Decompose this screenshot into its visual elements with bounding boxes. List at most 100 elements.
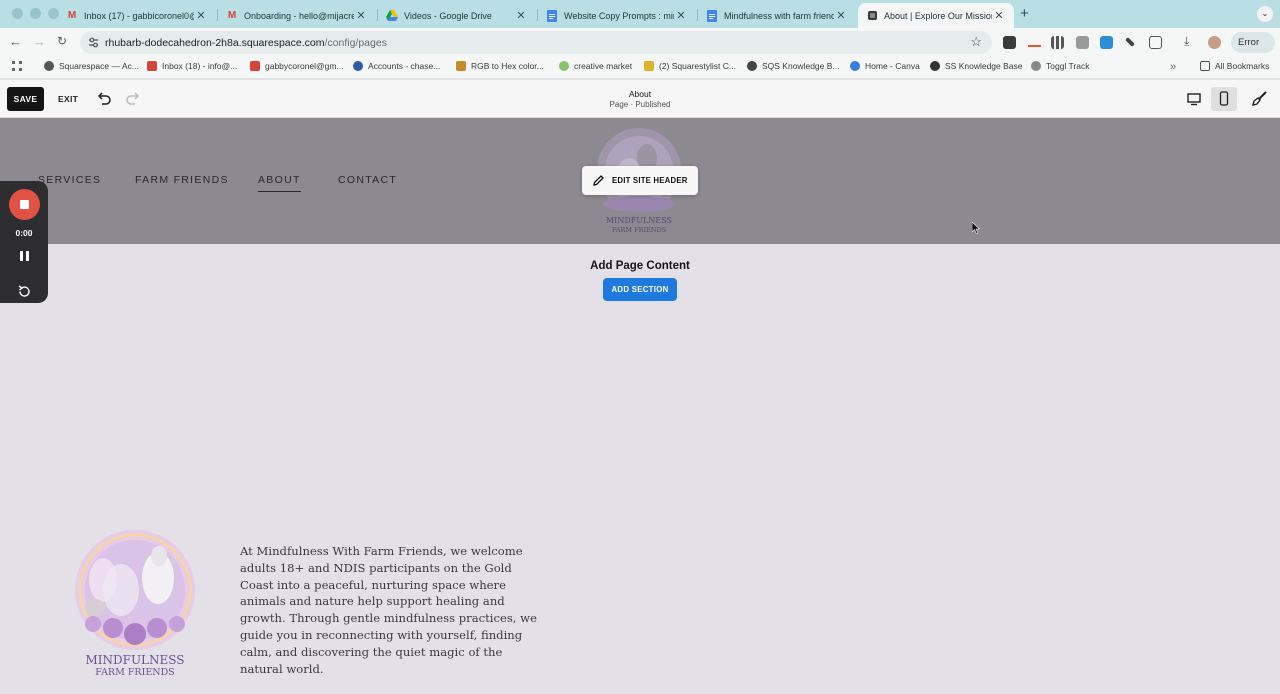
all-bookmarks[interactable]: All Bookmarks — [1200, 61, 1269, 71]
extension-icon[interactable] — [1028, 39, 1041, 47]
browser-tab[interactable]: M Onboarding - hello@mijacrea ✕ — [218, 3, 376, 28]
camera-icon[interactable] — [1076, 36, 1089, 49]
mobile-icon — [1219, 91, 1229, 106]
bookmark-item[interactable]: gabbycoronel@gm... — [250, 61, 344, 71]
pause-icon[interactable] — [20, 251, 29, 261]
bookmark-star-icon[interactable]: ☆ — [970, 34, 982, 50]
google-docs-icon — [706, 9, 718, 22]
restart-icon[interactable] — [17, 284, 32, 299]
svg-text:FARM FRIENDS: FARM FRIENDS — [95, 667, 174, 678]
nav-link-contact[interactable]: CONTACT — [338, 174, 397, 186]
gmail-icon: M — [67, 10, 77, 21]
google-drive-icon — [386, 10, 398, 22]
about-paragraph: At Mindfulness With Farm Friends, we wel… — [240, 544, 537, 676]
bookmark-item[interactable]: Accounts - chase... — [353, 61, 440, 71]
reload-icon[interactable]: ↻ — [57, 34, 67, 48]
desktop-view-button[interactable] — [1181, 87, 1207, 111]
bookmark-item[interactable]: creative market — [559, 61, 632, 71]
browser-tab-strip: M Inbox (17) - gabbicoronel0@g ✕ M Onboa… — [0, 0, 1280, 28]
canva-icon — [850, 61, 860, 71]
mindfulness-farm-friends-logo: MINDFULNESS FARM FRIENDS — [75, 530, 195, 678]
url-text: rhubarb-dodecahedron-2h8a.squarespace.co… — [105, 37, 387, 49]
bookmark-item[interactable]: Toggl Track — [1031, 61, 1089, 71]
address-bar[interactable]: rhubarb-dodecahedron-2h8a.squarespace.co… — [80, 31, 992, 54]
bookmark-item[interactable]: SS Knowledge Base — [930, 61, 1023, 71]
site-styles-brush-icon[interactable] — [1251, 90, 1268, 107]
squarespace-icon — [44, 61, 54, 71]
window-controls[interactable] — [12, 8, 59, 19]
bookmarks-bar: Squarespace — Ac... Inbox (18) - info@..… — [0, 57, 1280, 79]
page-title: About — [628, 89, 652, 99]
folder-icon — [1200, 61, 1210, 71]
toggl-icon — [1031, 61, 1041, 71]
close-tab-icon[interactable]: ✕ — [514, 9, 528, 22]
extension-icon[interactable] — [1003, 36, 1016, 49]
chase-icon — [353, 61, 363, 71]
forward-icon[interactable]: → — [33, 34, 46, 49]
profile-error-button[interactable]: Error — [1231, 32, 1275, 53]
browser-tab[interactable]: M Inbox (17) - gabbicoronel0@g ✕ — [58, 3, 216, 28]
apps-grid-icon[interactable] — [1051, 36, 1064, 49]
close-tab-icon[interactable]: ✕ — [354, 9, 368, 22]
gmail-icon: M — [227, 10, 237, 21]
recording-timer: 0:00 — [15, 228, 33, 238]
rgb-hex-icon — [456, 61, 466, 71]
bookmark-item[interactable]: Squarespace — Ac... — [44, 61, 139, 71]
eyedropper-icon[interactable] — [1125, 37, 1135, 47]
close-tab-icon[interactable]: ✕ — [834, 9, 848, 22]
site-header[interactable]: SERVICES FARM FRIENDS ABOUT CONTACT MIND… — [0, 118, 1280, 244]
mobile-view-button[interactable] — [1211, 87, 1237, 111]
new-tab-icon[interactable]: + — [1020, 5, 1029, 22]
gmail-icon — [147, 61, 157, 71]
save-button[interactable]: SAVE — [7, 87, 44, 111]
undo-icon[interactable] — [96, 90, 112, 106]
browser-tab-active[interactable]: About | Explore Our Mission ✕ — [858, 3, 1014, 28]
exit-button[interactable]: EXIT — [58, 94, 78, 104]
bookmark-item[interactable]: RGB to Hex color... — [456, 61, 544, 71]
close-tab-icon[interactable]: ✕ — [194, 9, 208, 22]
more-bookmarks-icon[interactable]: » — [1170, 61, 1176, 73]
download-icon[interactable]: ⤓ — [1184, 34, 1189, 49]
nav-link-farm-friends[interactable]: FARM FRIENDS — [135, 174, 229, 186]
close-tab-icon[interactable]: ✕ — [674, 9, 688, 22]
bookmark-item[interactable]: Home - Canva — [850, 61, 920, 71]
browser-toolbar: ← → ↻ rhubarb-dodecahedron-2h8a.squaresp… — [0, 28, 1280, 57]
apps-icon[interactable] — [12, 61, 22, 71]
svg-text:MINDFULNESS: MINDFULNESS — [85, 653, 184, 667]
bookmark-item[interactable]: SQS Knowledge B... — [747, 61, 840, 71]
desktop-icon — [1187, 93, 1201, 106]
bookmark-item[interactable]: Inbox (18) - info@... — [147, 61, 237, 71]
add-section-button[interactable]: ADD SECTION — [603, 278, 677, 301]
screen-recorder-widget: 0:00 — [0, 181, 48, 303]
stop-recording-button[interactable] — [9, 189, 40, 220]
avatar[interactable] — [1208, 36, 1221, 49]
mouse-cursor-icon — [972, 222, 980, 234]
tab-search-icon[interactable]: ⌄ — [1257, 6, 1273, 22]
globe-icon — [930, 61, 940, 71]
extension-icon[interactable] — [1100, 36, 1113, 49]
sparkle-icon — [747, 61, 757, 71]
browser-tab[interactable]: Videos - Google Drive ✕ — [378, 3, 536, 28]
back-icon[interactable]: ← — [9, 34, 22, 49]
redo-icon[interactable] — [125, 90, 141, 106]
close-window-icon[interactable] — [12, 8, 23, 19]
nav-link-about[interactable]: ABOUT — [258, 174, 301, 192]
browser-tab[interactable]: Mindfulness with farm friends ✕ — [698, 3, 856, 28]
extensions-puzzle-icon[interactable] — [1149, 36, 1162, 49]
pencil-icon — [593, 175, 604, 186]
bookmark-item[interactable]: (2) Squarestylist C... — [644, 61, 736, 71]
google-docs-icon — [546, 9, 558, 22]
site-info-icon[interactable] — [87, 36, 100, 49]
edit-site-header-button[interactable]: EDIT SITE HEADER — [582, 166, 698, 195]
page-status: Page · Published — [609, 100, 671, 109]
browser-tab[interactable]: Website Copy Prompts : mind ✕ — [538, 3, 696, 28]
creative-market-icon — [559, 61, 569, 71]
close-tab-icon[interactable]: ✕ — [992, 9, 1006, 22]
nav-link-services[interactable]: SERVICES — [38, 174, 101, 186]
add-page-content-heading: Add Page Content — [590, 260, 690, 272]
minimize-window-icon[interactable] — [30, 8, 41, 19]
svg-text:MINDFULNESS: MINDFULNESS — [606, 216, 672, 225]
squarespace-icon — [866, 10, 878, 22]
gmail-icon — [250, 61, 260, 71]
editor-toolbar: SAVE EXIT About Page · Published — [0, 80, 1280, 118]
